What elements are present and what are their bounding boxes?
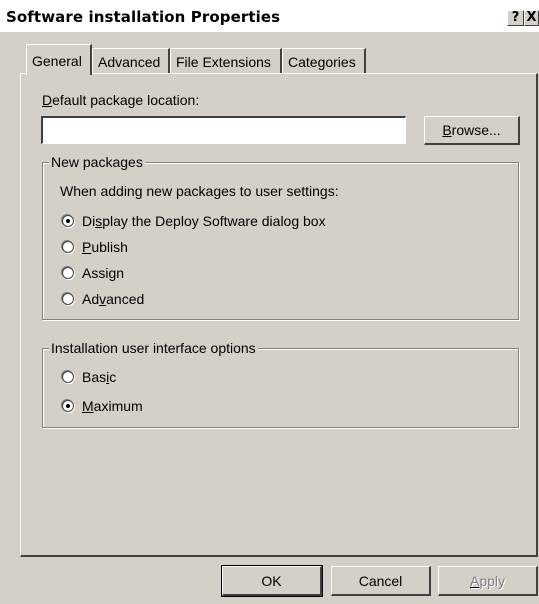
- radio-label: Publish: [82, 239, 128, 255]
- radio-button[interactable]: [62, 400, 74, 412]
- radio-label: Maximum: [82, 398, 143, 414]
- tab-label: Advanced: [98, 54, 161, 70]
- radio-button[interactable]: [62, 215, 74, 227]
- ui-options-group: [42, 348, 519, 428]
- tab-label: File Extensions: [176, 54, 271, 70]
- tab-file-extensions[interactable]: File Extensions: [170, 48, 282, 73]
- default-location-label: Default package location:: [42, 92, 200, 108]
- radio-button[interactable]: [62, 371, 74, 383]
- radio-label: Advanced: [82, 291, 145, 307]
- apply-button[interactable]: Apply: [438, 566, 538, 596]
- tab-categories[interactable]: Categories: [282, 48, 366, 73]
- tab-advanced[interactable]: Advanced: [92, 48, 170, 73]
- ok-label: OK: [261, 573, 282, 589]
- browse-button[interactable]: Browse...: [424, 116, 520, 145]
- properties-dialog: Software installation Properties ? X Gen…: [0, 0, 539, 604]
- help-button[interactable]: ?: [507, 10, 524, 26]
- window-title: Software installation Properties: [6, 8, 281, 26]
- radio-button[interactable]: [62, 293, 74, 305]
- ui-options-legend: Installation user interface options: [49, 340, 258, 356]
- tab-label: Categories: [288, 54, 356, 70]
- new-packages-description: When adding new packages to user setting…: [60, 183, 339, 199]
- radio-label: Assign: [82, 265, 125, 281]
- tab-general[interactable]: General: [26, 44, 92, 75]
- close-button[interactable]: X: [524, 10, 539, 26]
- radio-button[interactable]: [62, 241, 74, 253]
- cancel-label: Cancel: [358, 573, 403, 589]
- radio-label: Basic: [82, 369, 117, 385]
- new-packages-legend: New packages: [49, 154, 145, 170]
- cancel-button[interactable]: Cancel: [331, 566, 431, 596]
- ok-button[interactable]: OK: [221, 565, 323, 597]
- tab-label: General: [32, 53, 82, 69]
- default-location-input[interactable]: [41, 116, 406, 144]
- radio-label: Display the Deploy Software dialog box: [82, 213, 326, 229]
- radio-button[interactable]: [62, 267, 74, 279]
- title-bar[interactable]: Software installation Properties ? X: [0, 0, 539, 32]
